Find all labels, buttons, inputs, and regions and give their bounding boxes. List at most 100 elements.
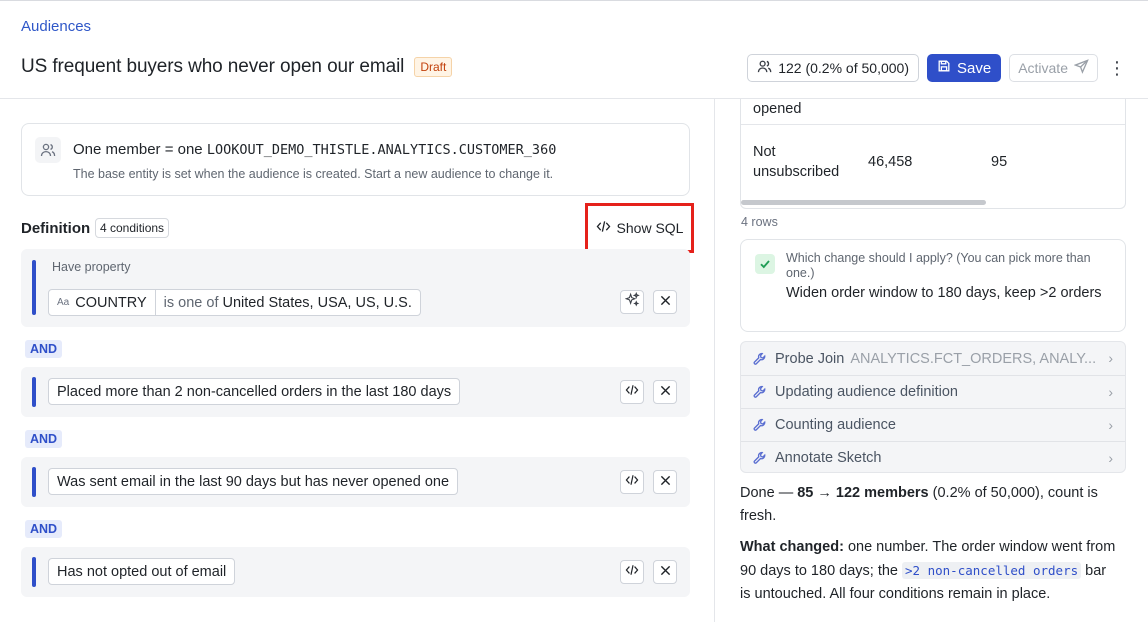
code-icon <box>596 220 611 236</box>
base-entity-prefix: One member = one <box>73 141 203 158</box>
check-icon <box>755 254 775 274</box>
question-answer: Widen order window to 180 days, keep >2 … <box>786 285 1102 301</box>
tool-call-list: Probe Join ANALYTICS.FCT_ORDERS, ANALY..… <box>740 341 1126 473</box>
show-sql-label: Show SQL <box>616 220 684 236</box>
close-icon <box>660 293 671 311</box>
tool-call-label: Annotate Sketch <box>775 450 882 466</box>
condition-accent-bar <box>32 377 36 407</box>
done-message: Done — 85 → 122 members (0.2% of 50,000)… <box>740 482 1120 528</box>
ai-sparkle-button[interactable] <box>620 290 644 314</box>
row-divider <box>741 124 1125 125</box>
view-sql-button[interactable] <box>620 380 644 404</box>
remove-condition-button[interactable] <box>653 560 677 584</box>
chevron-right-icon: › <box>1108 384 1113 400</box>
show-sql-button[interactable]: Show SQL <box>585 203 694 253</box>
remove-condition-button[interactable] <box>653 470 677 494</box>
member-count-label: 122 (0.2% of 50,000) <box>778 60 909 76</box>
more-options-icon[interactable]: ⋮ <box>1106 54 1128 82</box>
top-border <box>0 0 1148 1</box>
question-card: Which change should I apply? (You can pi… <box>740 239 1126 332</box>
breadcrumb-audiences[interactable]: Audiences <box>21 18 91 35</box>
what-changed-message: What changed: one number. The order wind… <box>740 536 1120 606</box>
value-label: United States, USA, US, U.S. <box>222 294 412 311</box>
code-icon <box>625 383 639 401</box>
close-icon <box>660 563 671 581</box>
save-icon <box>937 59 951 77</box>
text-type-icon: Aa <box>57 297 70 308</box>
member-count-button[interactable]: 122 (0.2% of 50,000) <box>747 54 919 82</box>
and-connector: AND <box>25 430 63 448</box>
chevron-right-icon: › <box>1108 417 1113 433</box>
property-field-segment[interactable]: Aa COUNTRY <box>49 290 155 315</box>
view-sql-button[interactable] <box>620 470 644 494</box>
tool-call-row[interactable]: Counting audience › <box>741 408 1125 441</box>
tool-call-label: Updating audience definition <box>775 384 958 400</box>
condition-accent-bar <box>32 260 36 315</box>
results-table: opened Not unsubscribed 46,458 95 <box>740 99 1126 209</box>
horizontal-scrollbar[interactable] <box>741 200 986 205</box>
done-prefix: Done — <box>740 485 794 501</box>
save-label: Save <box>956 59 992 77</box>
condition-chip[interactable]: Was sent email in the last 90 days but h… <box>48 468 459 495</box>
base-entity-name: LOOKOUT_DEMO_THISTLE.ANALYTICS.CUSTOMER_… <box>206 142 557 158</box>
page-title: US frequent buyers who never open our em… <box>21 56 405 77</box>
condition-text: Placed more than 2 non-cancelled orders … <box>57 383 452 400</box>
close-icon <box>660 383 671 401</box>
wrench-icon <box>741 418 775 432</box>
condition-sublabel: Have property <box>52 260 131 274</box>
view-sql-button[interactable] <box>620 560 644 584</box>
table-cell: opened <box>753 101 802 117</box>
condition-block: Placed more than 2 non-cancelled orders … <box>21 367 690 417</box>
condition-block: Was sent email in the last 90 days but h… <box>21 457 690 507</box>
inline-code: >2 non-cancelled orders <box>902 562 1082 579</box>
remove-condition-button[interactable] <box>653 290 677 314</box>
table-cell: Not <box>753 144 776 160</box>
status-badge: Draft <box>414 57 453 77</box>
what-changed-label: What changed: <box>740 539 844 555</box>
wrench-icon <box>741 451 775 465</box>
panel-divider <box>714 99 715 622</box>
tool-call-label: Probe Join <box>775 350 845 367</box>
table-cell: unsubscribed <box>753 164 840 180</box>
save-button[interactable]: Save <box>926 54 1002 82</box>
wrench-icon <box>741 352 775 366</box>
code-icon <box>625 563 639 581</box>
users-icon <box>35 137 61 163</box>
chevron-right-icon: › <box>1108 350 1113 366</box>
definition-label: Definition <box>21 220 91 237</box>
operator-value-segment[interactable]: is one of United States, USA, US, U.S. <box>154 290 420 315</box>
table-cell: 95 <box>991 154 1008 170</box>
code-icon <box>625 473 639 491</box>
condition-block: Have property Aa COUNTRY is one of Unite… <box>21 249 690 327</box>
tool-call-detail: ANALYTICS.FCT_ORDERS, ANALY... <box>850 350 1096 367</box>
base-entity-line: One member = one LOOKOUT_DEMO_THISTLE.AN… <box>73 141 556 158</box>
table-cell: 46,458 <box>868 154 913 170</box>
tool-call-row[interactable]: Probe Join ANALYTICS.FCT_ORDERS, ANALY..… <box>741 342 1125 375</box>
done-member-change: 85 → 122 members <box>797 485 929 501</box>
base-entity-note: The base entity is set when the audience… <box>73 167 554 181</box>
condition-chip[interactable]: Aa COUNTRY is one of United States, USA,… <box>48 289 421 316</box>
wrench-icon <box>741 385 775 399</box>
remove-condition-button[interactable] <box>653 380 677 404</box>
question-prompt: Which change should I apply? (You can pi… <box>786 251 1091 280</box>
condition-accent-bar <box>32 467 36 497</box>
tool-call-row[interactable]: Annotate Sketch › <box>741 441 1125 472</box>
condition-accent-bar <box>32 557 36 587</box>
title-row: US frequent buyers who never open our em… <box>21 56 453 78</box>
condition-chip[interactable]: Placed more than 2 non-cancelled orders … <box>48 378 461 405</box>
condition-block: Has not opted out of email <box>21 547 690 597</box>
condition-count-badge: 4 conditions <box>95 218 170 238</box>
and-connector: AND <box>25 340 63 358</box>
activate-button[interactable]: Activate <box>1009 54 1098 82</box>
and-connector: AND <box>25 520 63 538</box>
rows-count: 4 rows <box>741 215 778 229</box>
tool-call-label: Counting audience <box>775 417 896 433</box>
operator-label: is one of <box>163 294 219 311</box>
condition-text: Was sent email in the last 90 days but h… <box>57 473 450 490</box>
sparkle-icon <box>624 291 640 312</box>
send-icon <box>1073 59 1089 77</box>
tool-call-row[interactable]: Updating audience definition › <box>741 375 1125 408</box>
condition-chip[interactable]: Has not opted out of email <box>48 558 236 585</box>
chevron-right-icon: › <box>1108 450 1113 466</box>
condition-text: Has not opted out of email <box>57 563 227 580</box>
